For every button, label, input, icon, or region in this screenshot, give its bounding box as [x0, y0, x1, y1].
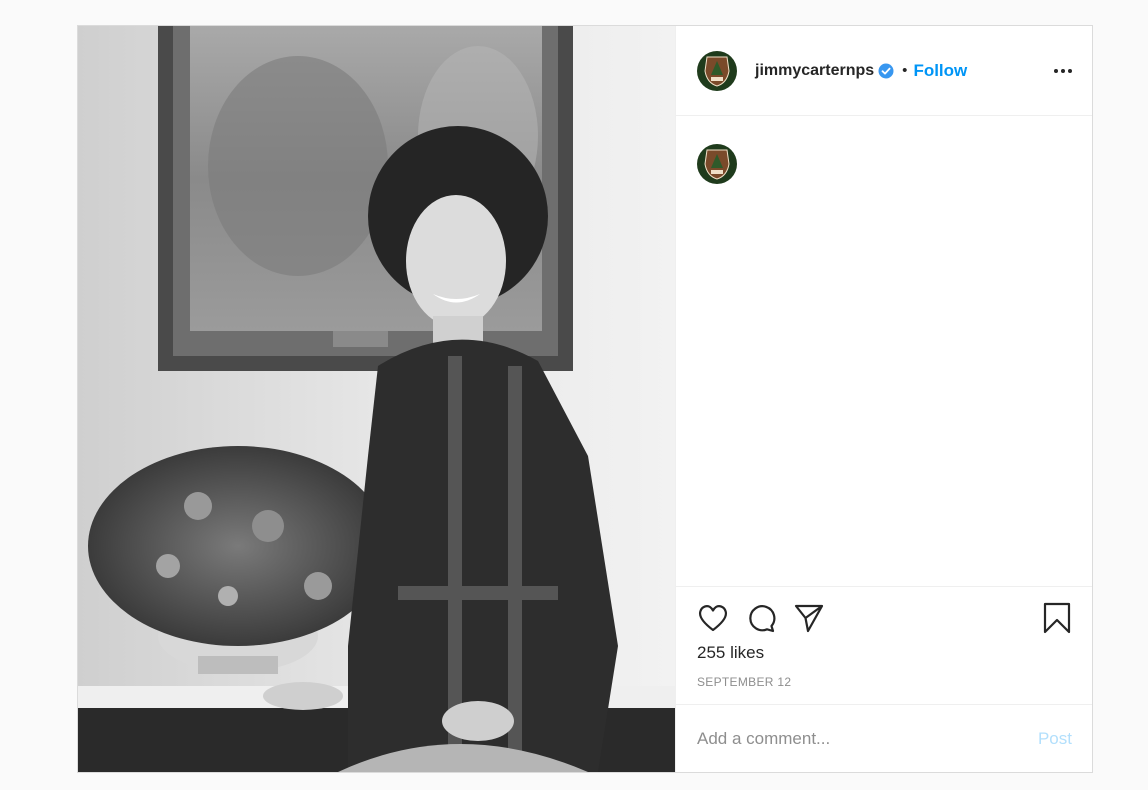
like-count[interactable]: 255 likes: [697, 643, 1071, 663]
separator-dot: •: [902, 62, 908, 79]
heart-icon[interactable]: [697, 603, 729, 633]
post-photo[interactable]: [78, 26, 675, 772]
comment-form: Post: [676, 704, 1092, 772]
post-card: jimmycarternps • Follow 255 likes SEPTEM…: [77, 25, 1093, 773]
action-bar: 255 likes SEPTEMBER 12: [676, 586, 1092, 704]
verified-badge-icon: [878, 63, 894, 79]
post-header: jimmycarternps • Follow: [676, 26, 1092, 116]
action-icons: [697, 601, 1071, 635]
post-date[interactable]: SEPTEMBER 12: [697, 675, 1071, 689]
post-sidebar: jimmycarternps • Follow 255 likes SEPTEM…: [675, 26, 1092, 772]
follow-button[interactable]: Follow: [913, 61, 967, 81]
paper-plane-icon[interactable]: [793, 602, 825, 634]
bookmark-icon[interactable]: [1043, 602, 1071, 634]
post-comment-button[interactable]: Post: [1038, 729, 1072, 749]
photo-image: [78, 26, 675, 772]
comment-input[interactable]: [697, 728, 1038, 749]
more-options-icon[interactable]: [1054, 68, 1072, 73]
profile-avatar[interactable]: [697, 50, 737, 91]
caption-avatar[interactable]: [697, 144, 737, 184]
comment-icon[interactable]: [745, 602, 777, 634]
caption-area: [676, 116, 1092, 586]
nps-arrowhead-icon: [704, 149, 730, 180]
nps-arrowhead-icon: [704, 56, 730, 87]
username-link[interactable]: jimmycarternps: [755, 62, 874, 80]
